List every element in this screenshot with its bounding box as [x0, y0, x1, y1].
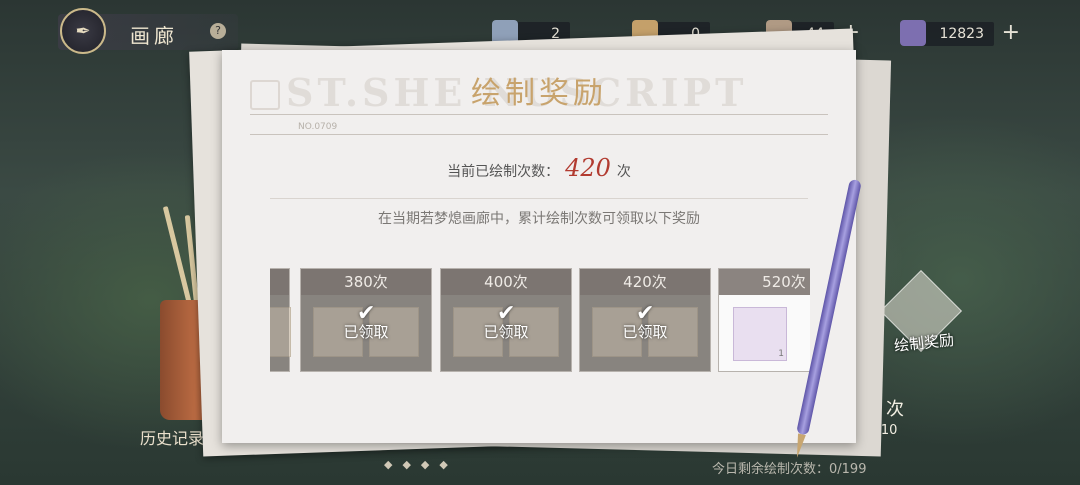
- reward-card-380[interactable]: 380次 ✔ 已领取: [300, 268, 432, 372]
- panel-title: 绘制奖励: [471, 76, 607, 111]
- item-count: 1: [778, 349, 784, 359]
- crystal-icon: [900, 20, 926, 46]
- resource-crystal: 12823 +: [900, 20, 1020, 46]
- draw-count-label: 当前已绘制次数：: [447, 164, 560, 180]
- draw-times-label: 次: [886, 399, 904, 420]
- divider: [250, 114, 828, 115]
- draw-count-value: 420: [565, 154, 611, 182]
- document-number: NO.0709: [298, 122, 338, 132]
- card-item-icon: 1: [733, 307, 787, 361]
- claimed-label: 已领取: [483, 323, 529, 341]
- reward-description: 在当期若梦熄画廊中，累计绘制次数可领取以下奖励: [378, 211, 700, 227]
- gallery-title: 画廊: [130, 24, 178, 48]
- draw-count-row: 当前已绘制次数： 420 次: [222, 154, 856, 182]
- history-record-button[interactable]: 历史记录: [140, 425, 204, 449]
- reward-card-label: 520次: [719, 269, 810, 295]
- resource-crystal-value: 12823: [939, 26, 984, 42]
- remaining-draws: 今日剩余绘制次数：0/199: [712, 462, 867, 477]
- reward-strip[interactable]: 380次 ✔ 已领取 400次 ✔ 已领取 420次 ✔ 已领取 520次 1: [270, 268, 810, 372]
- reward-card-label: 400次: [441, 269, 571, 295]
- back-compass-icon[interactable]: ✒: [60, 8, 106, 54]
- reward-card-prev[interactable]: [270, 268, 291, 372]
- page-dots: ◆◆◆◆: [384, 458, 458, 471]
- reward-card-label: 380次: [301, 269, 431, 295]
- reward-card-420[interactable]: 420次 ✔ 已领取: [579, 268, 711, 372]
- draw-reward-button[interactable]: 绘制奖励: [879, 269, 968, 358]
- help-icon[interactable]: ?: [210, 23, 226, 39]
- reward-card-520[interactable]: 520次 1: [718, 268, 810, 372]
- claimed-label: 已领取: [343, 323, 389, 341]
- claimed-label: 已领取: [622, 323, 668, 341]
- add-crystal-button[interactable]: +: [1002, 21, 1020, 45]
- divider: [270, 198, 808, 199]
- reward-card-400[interactable]: 400次 ✔ 已领取: [440, 268, 572, 372]
- divider: [250, 134, 828, 135]
- reward-card-label: 420次: [580, 269, 710, 295]
- draw-reward-panel: ST.SHE NUSCRIPT 绘制奖励 NO.0709 当前已绘制次数： 420…: [222, 50, 856, 443]
- draw-count-unit: 次: [616, 164, 631, 180]
